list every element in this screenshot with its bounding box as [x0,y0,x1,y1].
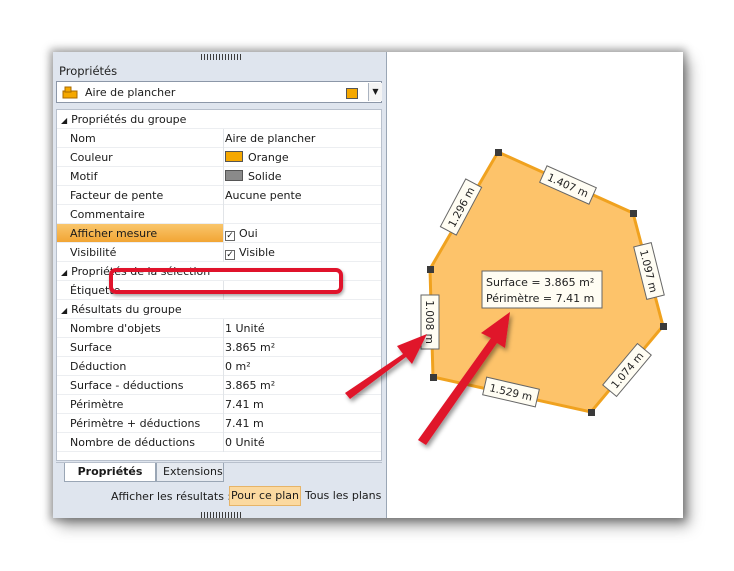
red-arrow-icon [345,334,427,399]
red-arrow-icon [418,312,510,445]
annotation-arrows [345,312,510,445]
